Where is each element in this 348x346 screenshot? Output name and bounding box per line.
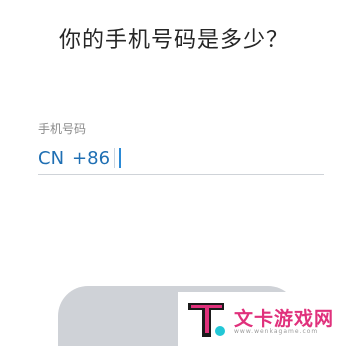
dial-code[interactable]: +86 xyxy=(72,148,110,169)
watermark-brand: 文卡游戏网 xyxy=(234,308,335,330)
phone-number-input[interactable] xyxy=(117,145,270,171)
watermark-logo-icon xyxy=(188,303,225,337)
site-watermark: 文卡游戏网 www.wenkagame.com xyxy=(178,292,348,346)
field-separator xyxy=(114,148,116,168)
watermark-url: www.wenkagame.com xyxy=(234,328,319,335)
phone-field-label: 手机号码 xyxy=(38,122,87,136)
country-code[interactable]: CN xyxy=(38,148,64,169)
text-cursor xyxy=(119,148,122,168)
phone-field[interactable]: CN +86 xyxy=(38,142,324,175)
page-title: 你的手机号码是多少？ xyxy=(58,28,289,53)
